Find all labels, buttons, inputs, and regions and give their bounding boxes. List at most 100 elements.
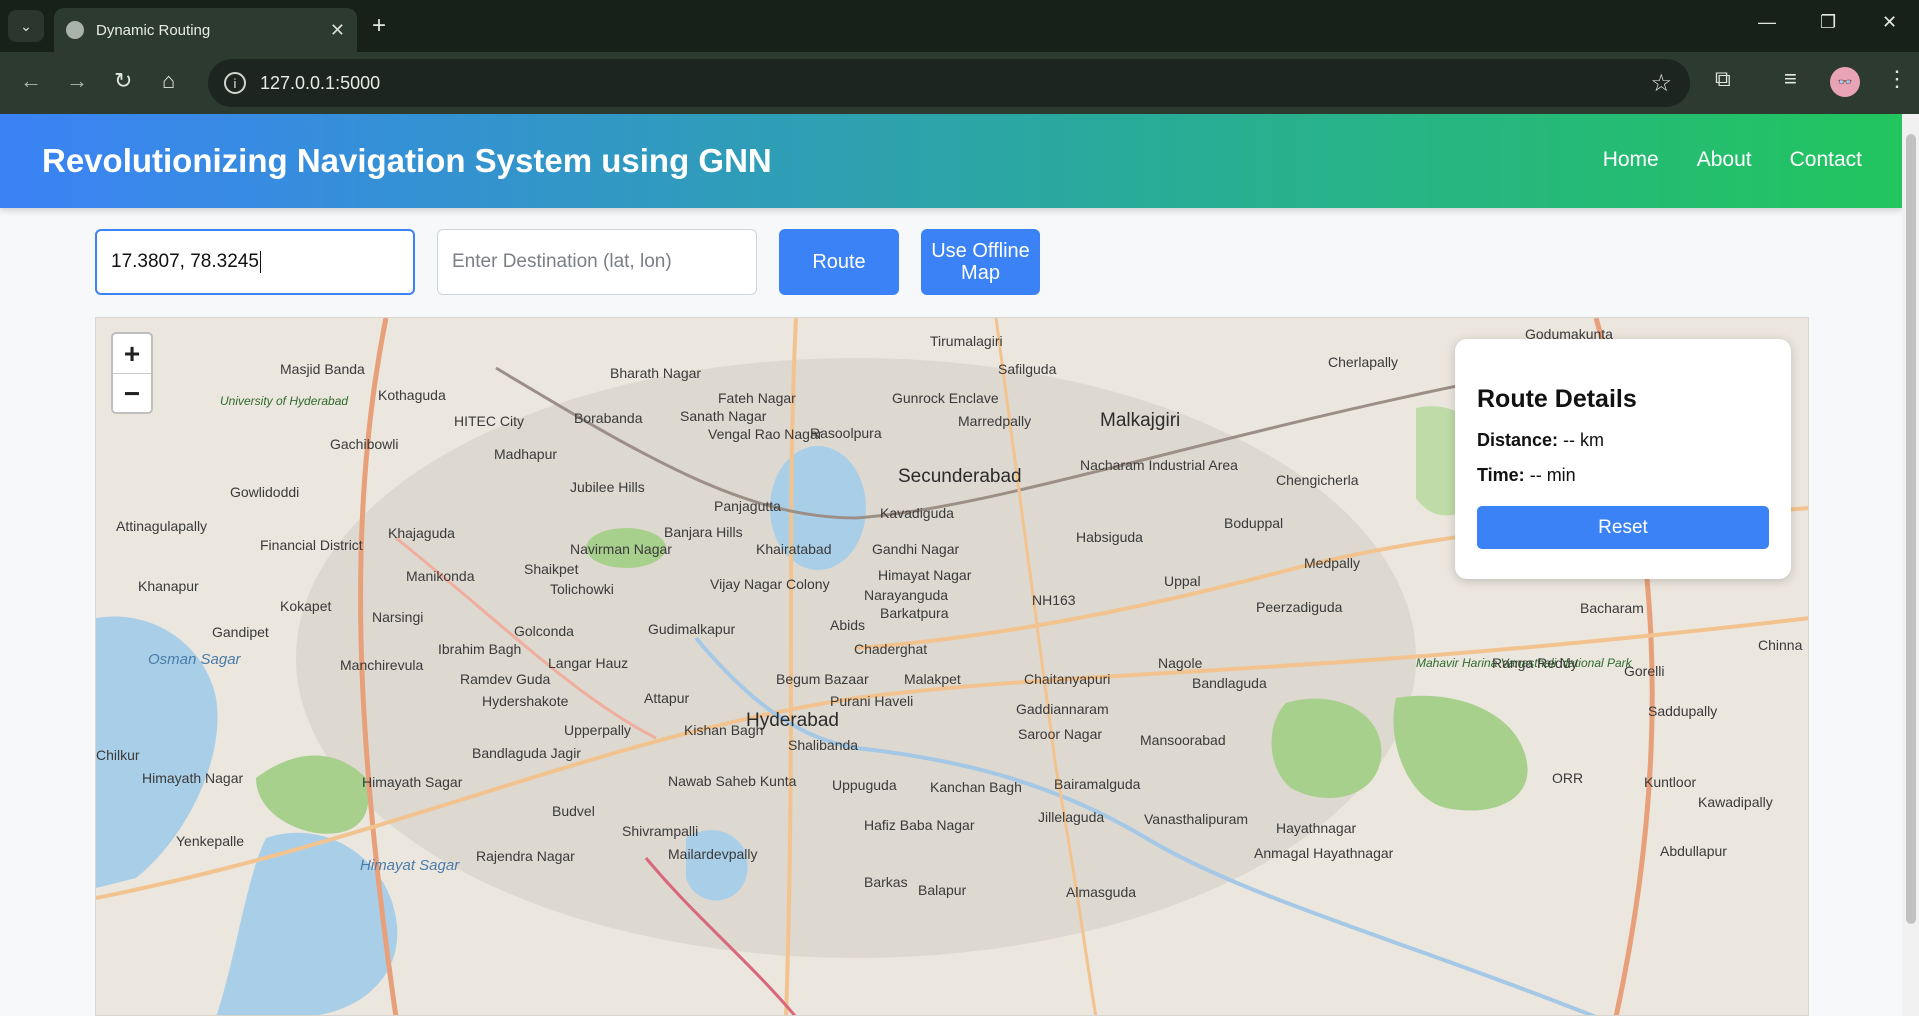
map-place-label: Hafiz Baba Nagar: [864, 817, 975, 833]
browser-toolbar: ← → ↻ ⌂ i 127.0.0.1:5000 ☆ ⧉ ≡ ⋮: [0, 52, 1919, 114]
map-place-label: Sanath Nagar: [680, 408, 767, 424]
map-place-label: Medpally: [1304, 555, 1360, 571]
map-view[interactable]: Tirumalagiri Godumakunta Masjid Banda Bhara…: [95, 317, 1809, 1016]
scrollbar-thumb[interactable]: [1906, 134, 1916, 924]
map-place-label: Hydershakote: [482, 693, 569, 709]
map-place-label: Kawadipally: [1698, 794, 1773, 810]
url-text: 127.0.0.1:5000: [260, 72, 381, 93]
map-place-label: Upperpally: [564, 722, 631, 738]
map-place-label: Habsiguda: [1076, 529, 1143, 545]
map-place-label: Kokapet: [280, 598, 331, 614]
page-scrollbar[interactable]: [1902, 114, 1919, 1016]
map-place-label: University of Hyderabad: [220, 394, 348, 408]
map-place-label: Bairamalguda: [1054, 776, 1141, 792]
globe-icon: [66, 21, 84, 39]
address-bar[interactable]: i 127.0.0.1:5000 ☆: [208, 59, 1690, 107]
close-tab-icon[interactable]: ✕: [330, 20, 345, 41]
back-icon[interactable]: ←: [20, 68, 42, 94]
map-place-label: Himayat Nagar: [878, 567, 972, 583]
map-place-label: Langar Hauz: [548, 655, 628, 671]
route-button[interactable]: Route: [779, 229, 899, 295]
web-page: Revolutionizing Navigation System using …: [0, 114, 1902, 1016]
map-place-label: Budvel: [552, 803, 595, 819]
map-place-label: Ranga Reddy: [1492, 655, 1578, 671]
map-place-label: Malkajgiri: [1100, 410, 1180, 431]
map-place-label: Peerzadiguda: [1256, 599, 1343, 615]
zoom-out-button[interactable]: −: [113, 374, 151, 414]
map-place-label: Banjara Hills: [664, 524, 743, 540]
map-place-label: Vanasthalipuram: [1144, 811, 1248, 827]
map-place-label: Bandlaguda: [1192, 675, 1267, 691]
map-place-label: Secunderabad: [898, 466, 1022, 487]
destination-input[interactable]: Enter Destination (lat, lon): [437, 229, 757, 295]
map-place-label: Rajendra Nagar: [476, 848, 575, 864]
map-place-label: Mailardevpally: [668, 846, 757, 862]
site-info-icon[interactable]: i: [224, 72, 246, 94]
reload-icon[interactable]: ↻: [114, 68, 132, 94]
window-close-icon[interactable]: ✕: [1882, 12, 1897, 33]
map-place-label: Ibrahim Bagh: [438, 641, 521, 657]
map-place-label: Kanchan Bagh: [930, 779, 1022, 795]
zoom-control: + −: [111, 332, 153, 414]
map-place-label: Kishan Bagh: [684, 722, 763, 738]
destination-placeholder: Enter Destination (lat, lon): [452, 251, 672, 272]
map-place-label: Uppuguda: [832, 777, 897, 793]
bookmark-star-icon[interactable]: ☆: [1650, 69, 1672, 98]
map-place-label: Tirumalagiri: [930, 333, 1003, 349]
map-place-label: Yenkepalle: [176, 833, 244, 849]
profile-avatar[interactable]: 👓: [1830, 67, 1860, 97]
time-label: Time:: [1477, 465, 1525, 485]
map-place-label: Ramdev Guda: [460, 671, 550, 687]
map-place-label: Attapur: [644, 690, 689, 706]
nav-home-link[interactable]: Home: [1603, 148, 1659, 172]
map-place-label: Himayath Nagar: [142, 770, 243, 786]
map-place-label: Gunrock Enclave: [892, 390, 999, 406]
urban-area: [296, 358, 1416, 958]
map-place-label: Cherlapally: [1328, 354, 1398, 370]
map-place-label: Khajaguda: [388, 525, 455, 541]
media-control-icon[interactable]: ≡: [1784, 66, 1797, 92]
map-place-label: Uppal: [1164, 573, 1201, 589]
source-input-value: 17.3807, 78.3245: [111, 251, 259, 272]
map-place-label: Barkas: [864, 874, 908, 890]
map-place-label: Masjid Banda: [280, 361, 365, 377]
map-place-label: HITEC City: [454, 413, 524, 429]
restore-icon[interactable]: ❐: [1820, 12, 1836, 33]
map-place-label: Nawab Saheb Kunta: [668, 773, 797, 789]
home-icon[interactable]: ⌂: [162, 68, 175, 94]
map-place-label: Gowlidoddi: [230, 484, 299, 500]
map-place-label: Shivrampalli: [622, 823, 698, 839]
nav-about-link[interactable]: About: [1697, 148, 1752, 172]
map-place-label: Vengal Rao Nagar: [708, 426, 823, 442]
reset-button[interactable]: Reset: [1477, 506, 1769, 549]
map-place-label: Begum Bazaar: [776, 671, 869, 687]
map-place-label: Vijay Nagar Colony: [710, 576, 830, 592]
browser-tab-active[interactable]: Dynamic Routing ✕: [54, 8, 357, 52]
map-place-label: Marredpally: [958, 413, 1031, 429]
map-place-label: Shalibanda: [788, 737, 858, 753]
map-place-label: Chinna: [1758, 637, 1803, 653]
new-tab-button[interactable]: +: [372, 12, 386, 40]
map-place-label: Manchirevula: [340, 657, 423, 673]
extensions-icon[interactable]: ⧉: [1715, 66, 1731, 92]
distance-label: Distance:: [1477, 430, 1559, 450]
map-place-label: Balapur: [918, 882, 967, 898]
browser-menu-icon[interactable]: ⋮: [1886, 66, 1908, 92]
source-input[interactable]: 17.3807, 78.3245: [95, 229, 415, 295]
map-place-label: Chengicherla: [1276, 472, 1359, 488]
map-place-label: Safilguda: [998, 361, 1057, 377]
forward-icon[interactable]: →: [66, 68, 88, 94]
nav-contact-link[interactable]: Contact: [1790, 148, 1862, 172]
map-place-label: Nagole: [1158, 655, 1203, 671]
map-place-label: Purani Haveli: [830, 693, 913, 709]
time-value: -- min: [1529, 465, 1576, 485]
minimize-icon[interactable]: —: [1758, 12, 1776, 33]
map-place-label: NH163: [1032, 592, 1076, 608]
zoom-in-button[interactable]: +: [113, 334, 151, 374]
tab-search-button[interactable]: ⌄: [8, 10, 44, 42]
offline-map-button[interactable]: Use Offline Map: [921, 229, 1040, 295]
map-place-label: Madhapur: [494, 446, 557, 462]
map-place-label: Kothaguda: [378, 387, 446, 403]
browser-tabbar: ⌄ Dynamic Routing ✕ + — ❐ ✕: [0, 0, 1919, 52]
route-details-title: Route Details: [1477, 385, 1637, 413]
